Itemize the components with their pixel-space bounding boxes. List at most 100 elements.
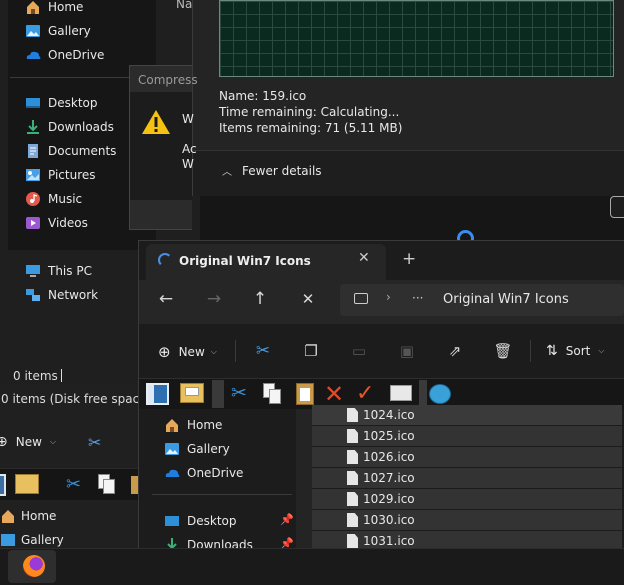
copy-icon[interactable]: ❐ [300, 340, 322, 362]
sidebar-item-label: Pictures [48, 168, 96, 182]
taskbar [0, 548, 624, 585]
progress-time-remaining: Time remaining: Calculating... [219, 105, 400, 119]
sort-icon: ⇅ [546, 343, 558, 359]
progress-name: Name: 159.ico [219, 89, 307, 103]
sidebar-item-label: Home [187, 418, 223, 432]
pane-toggle-icon[interactable] [146, 383, 169, 405]
sidebar-item-label: Desktop [48, 96, 98, 110]
sidebar-item-onedrive[interactable]: OneDrive [164, 462, 243, 484]
documents-icon [25, 143, 41, 159]
sidebar-item-music[interactable]: Music [25, 188, 82, 210]
sidebar-item-gallery[interactable]: Gallery [25, 20, 91, 42]
progress-items-remaining: Items remaining: 71 (5.11 MB) [219, 121, 403, 135]
copy-icon[interactable] [263, 383, 283, 405]
cut-icon[interactable]: ✂ [88, 433, 101, 452]
sidebar-item-label: This PC [48, 264, 92, 278]
sidebar-item-thispc[interactable]: This PC [25, 260, 92, 282]
sidebar-item-pictures[interactable]: Pictures [25, 164, 96, 186]
folder-options-icon[interactable] [180, 383, 204, 403]
music-icon [25, 191, 41, 207]
dialog-button-edge[interactable] [610, 196, 624, 218]
sidebar-item-desktop[interactable]: Desktop [25, 92, 98, 114]
mail-icon[interactable] [390, 385, 412, 401]
cut-icon[interactable]: ✂ [66, 474, 81, 495]
file-row[interactable]: 1025.ico [312, 426, 622, 446]
vertical-divider [530, 340, 531, 362]
paste-icon[interactable]: ▭ [348, 340, 370, 362]
chevron-down-icon: ⌵ [598, 346, 605, 355]
sidebar-item-label: OneDrive [187, 466, 244, 480]
sidebar-item-label: Downloads [48, 120, 114, 134]
toolbar-separator [419, 380, 427, 408]
new-tab-icon[interactable]: + [402, 249, 416, 269]
sidebar-item-downloads[interactable]: Downloads [25, 116, 114, 138]
sort-button[interactable]: ⇅ Sort ⌵ [546, 343, 604, 359]
cancel-load-icon[interactable]: ✕ [298, 288, 318, 310]
sidebar-item-label: Network [48, 288, 99, 302]
file-name: 1027.ico [363, 471, 415, 485]
sidebar-item-desktop[interactable]: Desktop [164, 510, 237, 532]
file-row[interactable]: 1026.ico [312, 447, 622, 467]
gallery-icon [25, 23, 41, 39]
tab-close-icon[interactable]: ✕ [358, 250, 370, 266]
sidebar-item-network[interactable]: Network [25, 284, 98, 306]
sidebar-item-videos[interactable]: Videos [25, 212, 88, 234]
cut-icon[interactable]: ✂ [231, 382, 247, 404]
sidebar-item-onedrive[interactable]: OneDrive [25, 44, 104, 66]
sidebar-item-home[interactable]: Home [0, 505, 56, 527]
plus-icon: ⊕ [0, 434, 8, 450]
sidebar-item-gallery[interactable]: Gallery [164, 438, 230, 460]
taskbar-app-firefox[interactable] [8, 550, 56, 583]
pane-toggle-icon[interactable] [0, 474, 6, 496]
up-arrow-icon[interactable]: ↑ [250, 288, 270, 310]
firefox-icon [23, 555, 45, 577]
cut-icon[interactable]: ✂ [252, 340, 274, 362]
file-row[interactable]: 1029.ico [312, 489, 622, 509]
folder-options-icon[interactable] [15, 474, 39, 494]
file-row[interactable]: 1027.ico [312, 468, 622, 488]
gallery-icon [164, 441, 180, 457]
file-icon [347, 471, 358, 485]
rename-icon[interactable]: ▣ [396, 340, 418, 362]
file-icon [347, 429, 358, 443]
file-row[interactable]: 1024.ico [312, 405, 622, 425]
divider [152, 494, 292, 495]
file-icon [347, 492, 358, 506]
file-row[interactable]: 1030.ico [312, 510, 622, 530]
back-arrow-icon[interactable]: ← [156, 288, 176, 310]
copy-icon[interactable] [98, 474, 116, 494]
forward-arrow-icon[interactable]: → [204, 288, 224, 310]
file-icon [347, 534, 358, 548]
fewer-details-toggle[interactable]: ︿ Fewer details [222, 163, 322, 179]
paste-icon[interactable] [296, 383, 314, 405]
far-new-button[interactable]: ⊕ New ⌵ [0, 434, 56, 450]
home-icon [25, 0, 41, 15]
address-current-folder[interactable]: Original Win7 Icons [443, 292, 569, 307]
compress-line-2: Ac [182, 142, 197, 156]
compress-line-1: W [182, 112, 194, 126]
compress-line-3: W [182, 157, 194, 171]
loading-spinner-icon [158, 253, 172, 267]
file-icon [347, 408, 358, 422]
onedrive-icon [25, 47, 41, 63]
new-label: New [178, 345, 205, 359]
file-icon [347, 513, 358, 527]
file-icon [347, 450, 358, 464]
address-ellipsis[interactable]: ··· [412, 291, 423, 305]
globe-icon[interactable] [429, 384, 451, 404]
network-icon [25, 287, 41, 303]
compress-dialog-title: Compress [138, 73, 198, 87]
desktop-icon [25, 95, 41, 111]
delete-icon[interactable]: 🗑 [492, 340, 514, 362]
new-button[interactable]: ⊕ New ⌵ [158, 343, 217, 361]
file-name: 1029.ico [363, 492, 415, 506]
new-label: New [15, 435, 42, 449]
cancel-icon[interactable]: ✕ [324, 380, 344, 408]
sidebar-item-home[interactable]: Home [25, 0, 83, 18]
sidebar-item-documents[interactable]: Documents [25, 140, 116, 162]
check-icon[interactable]: ✓ [356, 380, 374, 408]
nav-pane-border [296, 409, 312, 550]
sidebar-item-home[interactable]: Home [164, 414, 222, 436]
share-icon[interactable]: ⇗ [444, 340, 466, 362]
plus-icon: ⊕ [158, 343, 171, 361]
